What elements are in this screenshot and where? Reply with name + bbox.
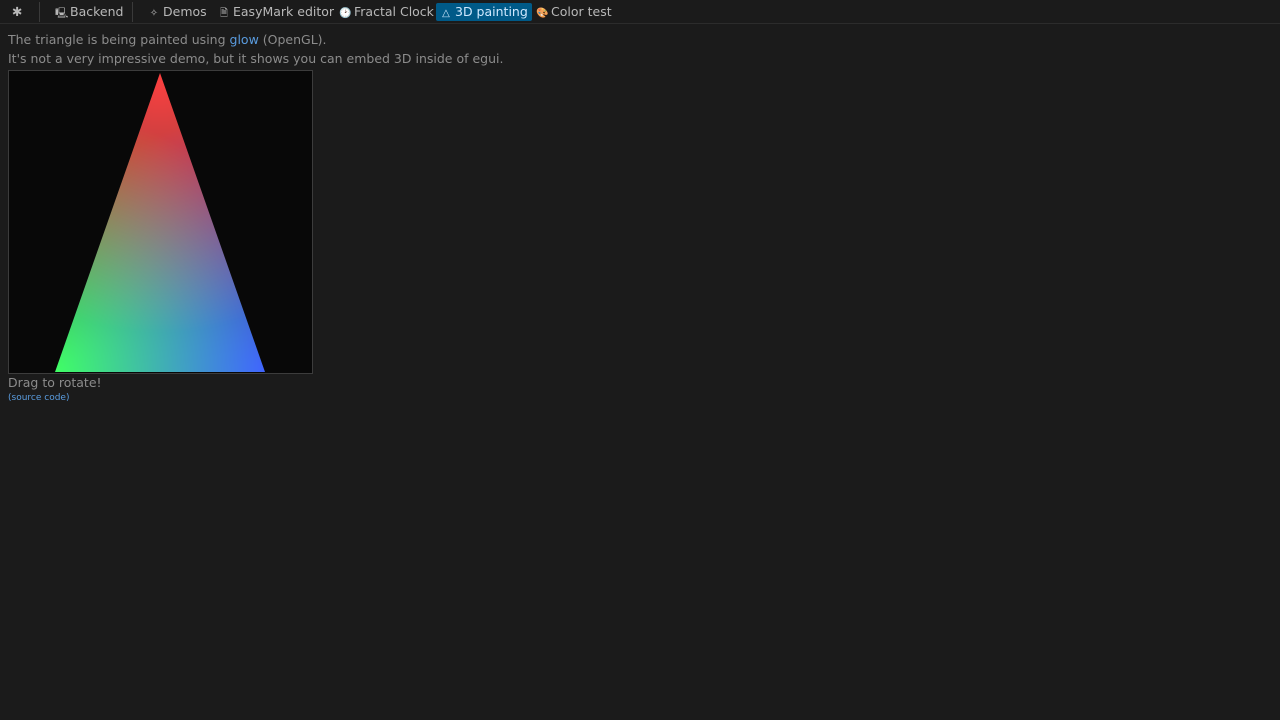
document-icon: 🗎 xyxy=(219,8,229,19)
tab-label: Color test xyxy=(551,4,612,19)
tab-label: EasyMark editor xyxy=(233,4,335,19)
tab-fractal-clock[interactable]: 🕑 Fractal Clock xyxy=(335,3,438,21)
tab-label: Fractal Clock xyxy=(354,4,434,19)
tab-backend[interactable]: 🖳 Backend xyxy=(51,3,127,21)
drag-hint: Drag to rotate! xyxy=(8,375,102,390)
description-line-1: The triangle is being painted using glow… xyxy=(8,32,327,47)
tab-label: 3D painting xyxy=(455,4,528,19)
palette-icon: 🎨 xyxy=(536,8,549,19)
tab-easymark-editor[interactable]: 🗎 EasyMark editor xyxy=(214,3,338,21)
demos-icon: ✧ xyxy=(149,8,159,19)
rgb-triangle xyxy=(55,73,265,372)
app-menu-icon[interactable]: ✱ xyxy=(8,3,26,21)
separator xyxy=(132,2,133,22)
top-menu-bar: ✱ 🖳 Backend ✧ Demos 🗎 EasyMark editor 🕑 Frac… xyxy=(0,0,1280,24)
monitor-icon: 🖳 xyxy=(55,8,69,19)
tab-color-test[interactable]: 🎨 Color test xyxy=(532,3,616,21)
glow-link[interactable]: glow xyxy=(230,32,259,47)
separator xyxy=(39,2,40,22)
description-text: (OpenGL). xyxy=(258,32,327,47)
3d-canvas[interactable] xyxy=(8,70,313,374)
tab-label: Backend xyxy=(70,4,124,19)
tab-demos[interactable]: ✧ Demos xyxy=(144,3,211,21)
clock-icon: 🕑 xyxy=(339,8,352,19)
tab-3d-painting[interactable]: △ 3D painting xyxy=(436,3,532,21)
source-code-link[interactable]: (source code) xyxy=(8,393,69,403)
description-line-2: It's not a very impressive demo, but it … xyxy=(8,51,504,66)
description-text: The triangle is being painted using xyxy=(8,32,230,47)
tab-label: Demos xyxy=(163,4,207,19)
triangle-icon: △ xyxy=(442,8,450,19)
triangle-viewport[interactable] xyxy=(9,71,312,373)
